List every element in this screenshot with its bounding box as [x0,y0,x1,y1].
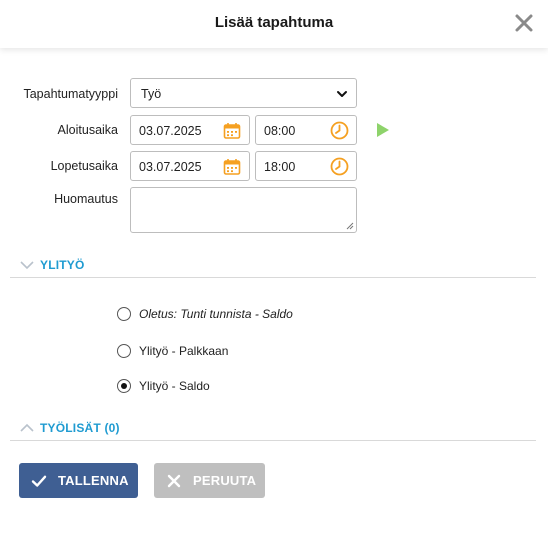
radio-button[interactable] [117,344,131,358]
overtime-option-label: Oletus: Tunti tunnista - Saldo [139,307,293,321]
calendar-icon[interactable] [223,158,241,176]
clock-icon[interactable] [330,157,349,176]
chevron-down-icon [20,261,34,270]
cancel-button[interactable]: PERUUTA [154,463,265,498]
play-icon[interactable] [376,122,390,138]
start-date-input[interactable]: 03.07.2025 [130,115,250,145]
close-icon[interactable] [514,13,534,33]
note-textarea[interactable] [130,187,357,233]
radio-button[interactable] [117,379,131,393]
event-type-select[interactable]: Työ [130,78,357,108]
dialog-title: Lisää tapahtuma [214,14,334,31]
close-icon [167,474,181,488]
chevron-down-icon [337,91,347,97]
end-time-label: Lopetusaika [50,159,118,173]
event-type-label: Tapahtumatyyppi [23,87,118,101]
overtime-section-header[interactable]: YLITYÖ [10,256,536,278]
end-date-value: 03.07.2025 [139,160,202,174]
clock-icon[interactable] [330,121,349,140]
cancel-button-label: PERUUTA [193,473,257,488]
chevron-up-icon [20,423,34,432]
radio-button[interactable] [117,307,131,321]
end-time-input[interactable]: 18:00 [255,151,357,181]
calendar-icon[interactable] [223,122,241,140]
start-date-value: 03.07.2025 [139,124,202,138]
end-date-input[interactable]: 03.07.2025 [130,151,250,181]
resize-grip-icon[interactable] [346,222,354,230]
dialog-header: Lisää tapahtuma [0,0,548,48]
event-type-value: Työ [141,87,162,101]
overtime-option-label: Ylityö - Palkkaan [139,344,229,358]
supplements-section-title: TYÖLISÄT (0) [40,421,120,435]
note-label: Huomautus [54,192,118,206]
start-time-input[interactable]: 08:00 [255,115,357,145]
end-time-value: 18:00 [264,160,296,174]
save-button[interactable]: TALLENNA [19,463,138,498]
check-icon [31,475,47,487]
save-button-label: TALLENNA [58,473,129,488]
start-time-value: 08:00 [264,124,296,138]
overtime-section-title: YLITYÖ [40,258,85,272]
supplements-section-header[interactable]: TYÖLISÄT (0) [10,419,536,441]
overtime-option-label: Ylityö - Saldo [139,379,210,393]
start-time-label: Aloitusaika [57,123,118,137]
